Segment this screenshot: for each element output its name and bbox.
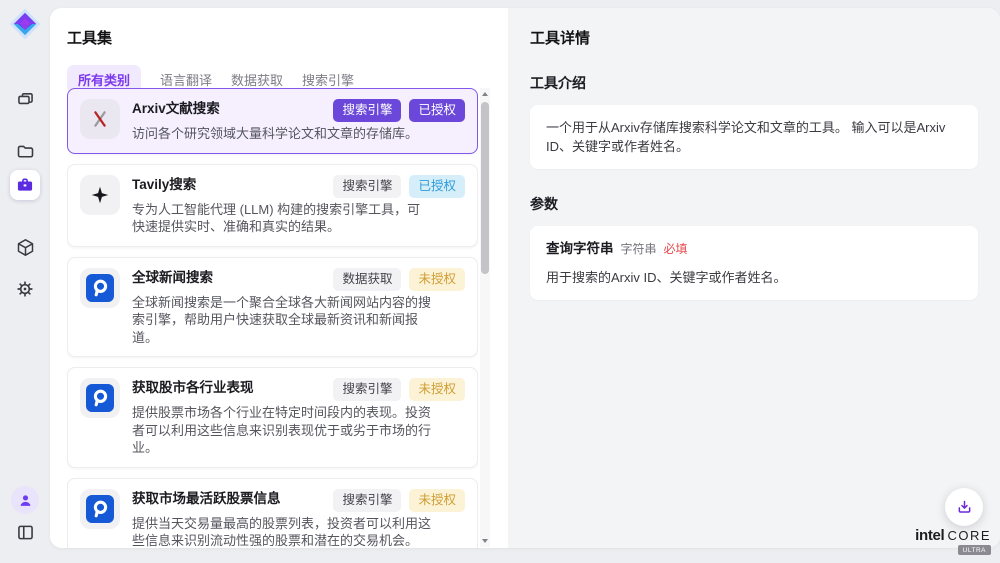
main-window: 工具集 所有类别语言翻译数据获取搜索引擎 Arxiv文献搜索搜索引擎已授权访问各…: [50, 8, 1000, 548]
blue-q-logo-icon: [80, 268, 120, 308]
auth-status-badge: 未授权: [409, 489, 465, 512]
param-name: 查询字符串: [546, 239, 614, 258]
download-button[interactable]: [945, 488, 983, 526]
category-badge: 搜索引擎: [333, 378, 401, 401]
param-header: 查询字符串 字符串 必填: [546, 239, 962, 259]
intro-box: 一个用于从Arxiv存储库搜索科学论文和文章的工具。 输入可以是Arxiv ID…: [530, 105, 978, 169]
brand-core-text: core: [947, 528, 991, 543]
tool-card[interactable]: 获取股市各行业表现搜索引擎未授权提供股票市场各个行业在特定时间段内的表现。投资者…: [67, 367, 478, 468]
category-badge: 数据获取: [333, 268, 401, 291]
tool-card-title: 获取股市各行业表现: [132, 378, 325, 397]
toolset-panel: 工具集 所有类别语言翻译数据获取搜索引擎 Arxiv文献搜索搜索引擎已授权访问各…: [50, 8, 508, 548]
brand-badge: ultra: [958, 545, 991, 555]
download-icon: [955, 498, 974, 517]
category-badge: 搜索引擎: [333, 99, 401, 122]
param-description: 用于搜索的Arxiv ID、关键字或作者姓名。: [546, 268, 962, 287]
tool-card-description: 全球新闻搜索是一个聚合全球各大新闻网站内容的搜索引擎，帮助用户快速获取全球最新资…: [132, 294, 432, 347]
tool-card[interactable]: Tavily搜索搜索引擎已授权专为人工智能代理 (LLM) 构建的搜索引擎工具，…: [67, 164, 478, 247]
tool-card-title: Tavily搜索: [132, 175, 325, 194]
tool-card-title: Arxiv文献搜索: [132, 99, 325, 118]
toolbox-icon[interactable]: [10, 170, 40, 200]
auth-status-badge: 未授权: [409, 378, 465, 401]
param-required-badge: 必填: [664, 240, 688, 259]
brand-intel-text: intel: [915, 527, 944, 544]
arxiv-logo-icon: [80, 99, 120, 139]
intro-heading: 工具介绍: [530, 73, 978, 93]
page-title: 工具集: [67, 27, 508, 48]
category-badge: 搜索引擎: [333, 175, 401, 198]
tool-card[interactable]: Arxiv文献搜索搜索引擎已授权访问各个研究领域大量科学论文和文章的存储库。: [67, 88, 478, 154]
param-type: 字符串: [621, 240, 657, 259]
app-logo-icon: [8, 7, 42, 41]
tool-details-panel: 工具详情 工具介绍 一个用于从Arxiv存储库搜索科学论文和文章的工具。 输入可…: [508, 8, 1000, 548]
chat-icon[interactable]: [10, 84, 40, 114]
tool-card-list: Arxiv文献搜索搜索引擎已授权访问各个研究领域大量科学论文和文章的存储库。Ta…: [67, 88, 478, 548]
package-icon[interactable]: [10, 232, 40, 262]
tool-card-title: 获取市场最活跃股票信息: [132, 489, 325, 508]
blue-q-logo-icon: [80, 378, 120, 418]
tool-card[interactable]: 全球新闻搜索数据获取未授权全球新闻搜索是一个聚合全球各大新闻网站内容的搜索引擎，…: [67, 257, 478, 358]
param-box: 查询字符串 字符串 必填 用于搜索的Arxiv ID、关键字或作者姓名。: [530, 226, 978, 300]
tool-card-title: 全球新闻搜索: [132, 268, 325, 287]
tool-card-description: 访问各个研究领域大量科学论文和文章的存储库。: [132, 125, 432, 143]
icon-rail: [0, 0, 50, 563]
auth-status-badge: 已授权: [409, 175, 465, 198]
user-avatar[interactable]: [11, 486, 39, 514]
auth-status-badge: 已授权: [409, 99, 465, 122]
tool-card[interactable]: 获取市场最活跃股票信息搜索引擎未授权提供当天交易量最高的股票列表，投资者可以利用…: [67, 478, 478, 549]
scrollbar-thumb[interactable]: [481, 102, 489, 274]
folder-icon[interactable]: [10, 136, 40, 166]
panel-toggle-icon[interactable]: [10, 517, 40, 547]
intel-core-logo: intel core ultra: [915, 527, 991, 555]
tavily-star-icon: [80, 175, 120, 215]
params-heading: 参数: [530, 194, 978, 214]
intro-text: 一个用于从Arxiv存储库搜索科学论文和文章的工具。 输入可以是Arxiv ID…: [546, 120, 945, 154]
scroll-up-arrow-icon[interactable]: [480, 89, 490, 99]
list-scrollbar[interactable]: [480, 88, 490, 547]
details-title: 工具详情: [530, 27, 978, 48]
tool-card-description: 提供当天交易量最高的股票列表，投资者可以利用这些信息来识别流动性强的股票和潜在的…: [132, 515, 432, 549]
tool-card-description: 专为人工智能代理 (LLM) 构建的搜索引擎工具，可快速提供实时、准确和真实的结…: [132, 201, 432, 236]
settings-gear-icon[interactable]: [10, 274, 40, 304]
scroll-down-arrow-icon[interactable]: [480, 536, 490, 546]
tool-card-description: 提供股票市场各个行业在特定时间段内的表现。投资者可以利用这些信息来识别表现优于或…: [132, 404, 432, 457]
auth-status-badge: 未授权: [409, 268, 465, 291]
category-badge: 搜索引擎: [333, 489, 401, 512]
blue-q-logo-icon: [80, 489, 120, 529]
